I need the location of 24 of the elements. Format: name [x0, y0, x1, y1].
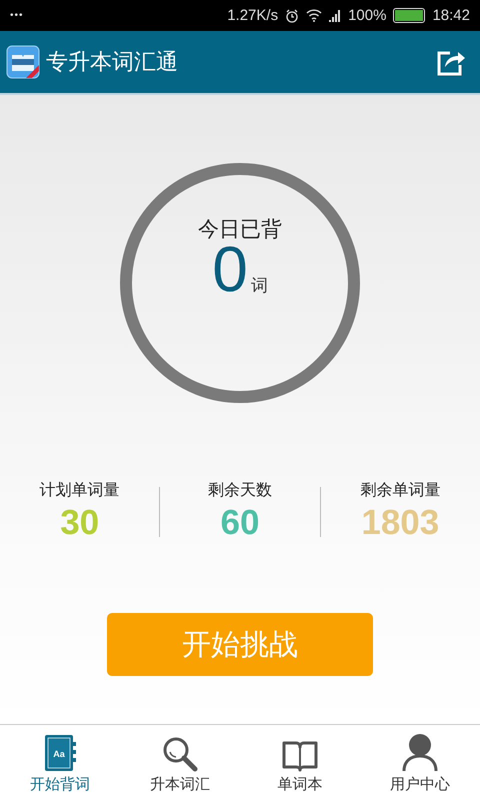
search-icon	[161, 735, 199, 773]
open-book-icon	[281, 739, 319, 773]
battery-icon	[393, 8, 426, 23]
signal-icon	[329, 9, 342, 22]
nav-tab[interactable]: 单词本	[240, 725, 360, 800]
clock: 18:42	[432, 7, 470, 24]
stat-value: 1803	[361, 503, 440, 543]
notification-dots: •••	[10, 10, 24, 21]
app-logo-icon	[6, 45, 40, 79]
wifi-icon	[306, 9, 322, 22]
stat-value: 60	[220, 503, 260, 543]
battery-percent: 100%	[348, 7, 386, 24]
stat-label: 剩余单词量	[360, 480, 440, 501]
stat-value: 30	[60, 503, 100, 543]
nav-tab[interactable]: 用户中心	[360, 725, 480, 800]
stat-label: 剩余天数	[208, 480, 272, 501]
alarm-icon	[285, 8, 300, 22]
network-speed: 1.27K/s	[227, 7, 278, 24]
user-icon	[400, 733, 440, 773]
app-title: 专升本词汇通	[46, 49, 179, 77]
nav-tab[interactable]: 升本词汇	[120, 725, 240, 800]
stat-label: 计划单词量	[40, 480, 120, 501]
nav-tab[interactable]: Aa 开始背词	[0, 725, 120, 800]
count-unit: 词	[250, 275, 268, 297]
